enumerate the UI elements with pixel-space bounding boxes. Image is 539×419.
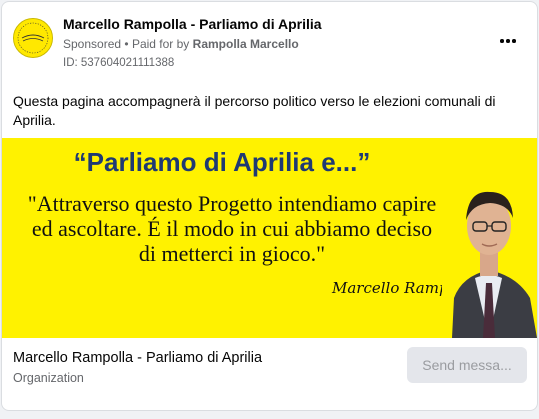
- candidate-portrait: [442, 138, 537, 338]
- separator-dot: •: [124, 37, 129, 51]
- ad-footer: Marcello Rampolla - Parliamo di Aprilia …: [2, 338, 537, 410]
- footer-page-title[interactable]: Marcello Rampolla - Parliamo di Aprilia: [13, 350, 262, 366]
- footer-page-category: Organization: [13, 371, 84, 385]
- creative-quote: "Attraverso questo Progetto intendiamo c…: [12, 191, 452, 266]
- paid-for-prefix: Paid for by: [131, 37, 190, 51]
- creative-quote-line: "Attraverso questo Progetto intendiamo c…: [27, 191, 437, 216]
- page-logo-icon: [14, 19, 52, 57]
- ad-card: Marcello Rampolla - Parliamo di Aprilia …: [1, 1, 538, 411]
- more-options-button[interactable]: [495, 30, 521, 52]
- post-header: Marcello Rampolla - Parliamo di Aprilia …: [2, 2, 537, 82]
- page-avatar[interactable]: [13, 18, 53, 58]
- page-name-link[interactable]: Marcello Rampolla - Parliamo di Aprilia: [63, 16, 322, 32]
- sponsored-label: Sponsored: [63, 37, 122, 51]
- creative-quote-line: ed ascoltare. É il modo in cui abbiamo d…: [31, 216, 433, 241]
- ad-id: ID: 537604021111388: [63, 57, 175, 69]
- creative-title: “Parliamo di Aprilia e...”: [73, 147, 371, 177]
- more-horizontal-icon: [499, 39, 517, 43]
- post-body-text: Questa pagina accompagnerà il percorso p…: [13, 93, 496, 128]
- creative-quote-line: di metterci in gioco.": [138, 241, 326, 266]
- ad-creative-image[interactable]: “Parliamo di Aprilia e...” "Attraverso q…: [2, 138, 537, 338]
- sponsored-line: Sponsored • Paid for by Rampolla Marcell…: [63, 37, 299, 51]
- send-message-button[interactable]: Send messa...: [407, 347, 527, 383]
- paid-for-name: Rampolla Marcello: [192, 37, 299, 51]
